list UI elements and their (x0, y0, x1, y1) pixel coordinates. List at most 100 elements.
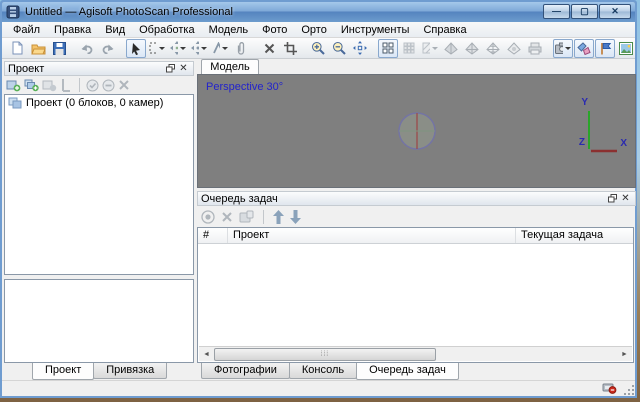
tab-photos[interactable]: Фотографии (201, 363, 290, 379)
close-panel-button[interactable]: ✕ (177, 63, 190, 75)
move-up-disabled-icon[interactable] (273, 209, 284, 224)
image-icon[interactable] (616, 39, 636, 58)
tab-task-queue[interactable]: Очередь задач (356, 363, 459, 380)
redo-icon[interactable] (98, 39, 118, 58)
project-panel-toolbar (4, 77, 194, 93)
minimize-button[interactable]: — (543, 4, 570, 19)
delete-icon[interactable] (259, 39, 279, 58)
bottom-tab-bar: Фотографии Консоль Очередь задач (201, 363, 459, 380)
undo-icon[interactable] (77, 39, 97, 58)
grid-4-view-icon[interactable] (378, 38, 398, 58)
add-photos-icon[interactable] (24, 78, 39, 92)
menu-help[interactable]: Справка (416, 22, 473, 38)
scroll-left-arrow-icon[interactable]: ◄ (199, 348, 214, 361)
new-document-icon[interactable] (7, 39, 27, 58)
project-details-pane[interactable] (4, 279, 194, 363)
axis-z-label: Z (578, 137, 585, 148)
cancel-disabled-icon[interactable] (221, 211, 233, 223)
scrollbar-thumb[interactable]: ⁞⁞⁞ (214, 347, 436, 361)
scroll-right-arrow-icon[interactable]: ► (617, 348, 632, 361)
project-panel-header: Проект ✕ (4, 61, 194, 76)
float-panel-button[interactable] (164, 63, 177, 75)
add-chunk-icon[interactable] (6, 78, 21, 92)
axis-x-label: X (620, 138, 627, 149)
float-icon (608, 194, 617, 203)
maximize-button[interactable]: ▢ (571, 4, 598, 19)
select-arrow-icon[interactable] (126, 38, 146, 58)
network-status-icon[interactable] (602, 382, 617, 394)
column-header-current-task[interactable]: Текущая задача (516, 228, 633, 243)
dropdown-arrow-icon (201, 46, 207, 50)
dropdown-arrow-icon (180, 46, 186, 50)
task-queue-toolbar (197, 208, 636, 225)
measure-icon[interactable] (210, 39, 230, 58)
shaded-diamond-1-icon[interactable] (441, 39, 461, 58)
project-panel-title: Проект (8, 62, 45, 75)
reset-view-icon[interactable] (350, 39, 370, 58)
project-panel: Проект ✕ Проект (0 блоков, 0 камер) Прое… (4, 59, 194, 380)
add-marker-disabled-icon[interactable] (42, 78, 57, 92)
move-down-disabled-icon[interactable] (290, 209, 301, 224)
main-content: Проект ✕ Проект (0 блоков, 0 камер) Прое… (2, 59, 636, 380)
shaded-diamond-2-icon[interactable] (462, 39, 482, 58)
close-panel-button[interactable]: ✕ (619, 193, 632, 205)
shaded-diamond-3-icon[interactable] (483, 39, 503, 58)
shapes-icon[interactable] (574, 38, 594, 58)
dropdown-arrow-icon (159, 46, 165, 50)
menu-workflow[interactable]: Обработка (132, 22, 201, 38)
task-queue-table[interactable]: # Проект Текущая задача ◄ ⁞⁞⁞ ► (197, 227, 634, 363)
task-queue-title: Очередь задач (201, 192, 278, 205)
remove-disabled-icon[interactable] (118, 79, 130, 91)
tree-item-label: Проект (0 блоков, 0 камер) (26, 97, 164, 109)
toolbar-separator (79, 78, 80, 92)
add-scalebar-disabled-icon[interactable] (60, 78, 73, 92)
task-queue-header: Очередь задач ✕ (197, 191, 636, 206)
run-disabled-icon[interactable] (201, 209, 215, 224)
disable-disabled-icon[interactable] (102, 79, 115, 92)
resize-grip[interactable] (622, 383, 634, 395)
menu-ortho[interactable]: Орто (294, 22, 333, 38)
project-tree[interactable]: Проект (0 блоков, 0 камер) (4, 94, 194, 275)
close-button[interactable]: ✕ (599, 4, 631, 19)
move-region-icon[interactable] (168, 39, 188, 58)
menu-tools[interactable]: Инструменты (334, 22, 417, 38)
close-icon: ✕ (611, 6, 619, 16)
zoom-in-icon[interactable] (308, 39, 328, 58)
float-panel-button[interactable] (606, 193, 619, 205)
menu-view[interactable]: Вид (98, 22, 132, 38)
menu-edit[interactable]: Правка (47, 22, 98, 38)
shaded-diamond-4-icon[interactable] (504, 39, 524, 58)
menu-model[interactable]: Модель (202, 22, 255, 38)
horizontal-scrollbar[interactable]: ◄ ⁞⁞⁞ ► (199, 346, 632, 361)
hatch-pattern-icon[interactable] (420, 39, 440, 58)
app-icon (6, 5, 20, 19)
crop-icon[interactable] (280, 39, 300, 58)
move-object-icon[interactable] (189, 39, 209, 58)
flag-icon[interactable] (595, 38, 615, 58)
save-icon[interactable] (49, 39, 69, 58)
menu-photo[interactable]: Фото (255, 22, 294, 38)
camera-icon[interactable] (553, 38, 573, 58)
print-icon[interactable] (525, 39, 545, 58)
close-icon: ✕ (621, 192, 630, 204)
tree-item-project[interactable]: Проект (0 блоков, 0 камер) (5, 95, 193, 109)
tab-model[interactable]: Модель (201, 59, 259, 74)
tab-reference[interactable]: Привязка (93, 363, 168, 379)
grid-9-view-icon[interactable] (399, 39, 419, 58)
tab-console[interactable]: Консоль (288, 363, 358, 379)
title-bar[interactable]: Untitled — Agisoft PhotoScan Professiona… (2, 2, 635, 22)
menu-file[interactable]: Файл (6, 22, 47, 38)
scrollbar-track[interactable]: ⁞⁞⁞ (214, 347, 617, 361)
menu-bar: Файл Правка Вид Обработка Модель Фото Ор… (2, 22, 635, 38)
model-viewport[interactable]: Perspective 30° Y Z X (197, 74, 636, 188)
tab-project[interactable]: Проект (32, 363, 95, 380)
rectangle-selection-icon[interactable] (147, 39, 167, 58)
column-header-project[interactable]: Проект (228, 228, 516, 243)
enable-disabled-icon[interactable] (86, 79, 99, 92)
open-folder-icon[interactable] (28, 39, 48, 58)
zoom-out-icon[interactable] (329, 39, 349, 58)
attach-icon[interactable] (231, 39, 251, 58)
chunk-icon (8, 97, 22, 109)
column-header-number[interactable]: # (198, 228, 228, 243)
export-disabled-icon[interactable] (239, 210, 254, 223)
